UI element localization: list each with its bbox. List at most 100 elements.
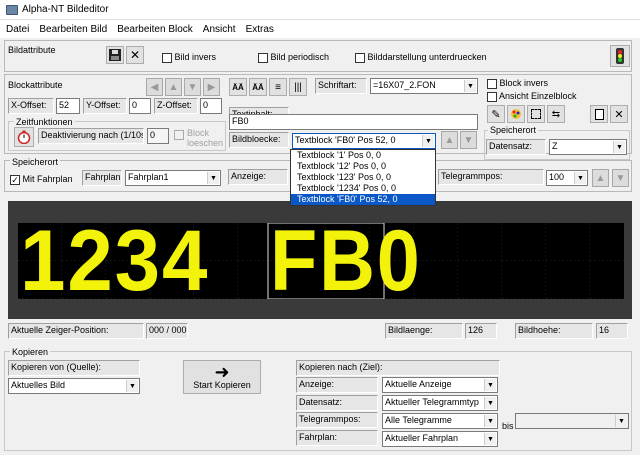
timer-button[interactable] (14, 127, 34, 147)
ziel-anzeige-select[interactable]: Aktuelle Anzeige ▼ (382, 377, 498, 393)
arrow-right-icon: ▶ (207, 81, 216, 93)
block-up-button[interactable]: ▲ (441, 131, 458, 149)
telegrammpos-value: 100 (549, 172, 565, 182)
start-kopieren-button[interactable]: ➜ Start Kopieren (183, 360, 261, 394)
bild-invers-checkbox[interactable]: Bild invers (162, 52, 216, 63)
dropdown-option-selected[interactable]: Textblock 'FB0' Pos 52, 0 (291, 194, 435, 205)
schriftart-label: Schriftart: (315, 78, 367, 94)
fahrplan-value: Fahrplan1 (128, 172, 169, 182)
arrow-down-icon: ▼ (187, 81, 198, 93)
align-vertical-button[interactable]: ||| (289, 78, 307, 96)
bildbloecke-label: Bildbloecke: (229, 132, 289, 148)
led-matrix[interactable]: 1234 FB0 (18, 213, 624, 309)
datensatz-select[interactable]: Z ▼ (549, 139, 627, 155)
menu-datei[interactable]: Datei (6, 24, 29, 35)
ziel-fahrplan-label: Fahrplan: (296, 430, 378, 446)
title-bar: Alpha-NT Bildeditor (0, 0, 640, 20)
quelle-value: Aktuelles Bild (11, 380, 66, 390)
align-center-button[interactable]: ÄÄ (249, 78, 267, 96)
arrow-down-icon: ▼ (615, 172, 626, 184)
ziel-telegrammpos-select[interactable]: Alle Telegramme ▼ (382, 413, 498, 429)
bilddarstellung-checkbox[interactable]: Bilddarstellung unterdruecken (355, 52, 487, 63)
deaktivierung-input[interactable]: 0 (147, 128, 169, 144)
block-loeschen-checkbox[interactable] (174, 130, 184, 140)
bildhoehe-value: 16 (596, 323, 628, 339)
led-text-1234: 1234 (20, 213, 210, 309)
dropdown-option[interactable]: Textblock '1' Pos 0, 0 (291, 150, 435, 161)
bildbloecke-value: Textblock 'FB0' Pos 52, 0 (295, 135, 396, 145)
save-button[interactable] (106, 46, 124, 64)
bildbloecke-select[interactable]: Textblock 'FB0' Pos 52, 0 ▼ (292, 133, 436, 149)
chevron-down-icon: ▼ (464, 80, 476, 92)
textinhalt-input[interactable]: FB0 (229, 114, 478, 130)
mit-fahrplan-checkbox[interactable]: ✓ Mit Fahrplan (10, 174, 73, 185)
block-down-button[interactable]: ▼ (460, 131, 477, 149)
paint-tool-button[interactable] (507, 105, 525, 123)
bild-invers-label: Bild invers (174, 52, 217, 62)
bis-select[interactable]: ▼ (515, 413, 629, 429)
ziel-fahrplan-value: Aktueller Fahrplan (385, 433, 459, 443)
select-tool-button[interactable] (527, 105, 545, 123)
move-down-button[interactable]: ▼ (184, 78, 201, 96)
datensatz-label: Datensatz: (486, 139, 546, 155)
arrow-right-icon: ➜ (214, 362, 230, 382)
dropdown-option[interactable]: Textblock '1234' Pos 0, 0 (291, 183, 435, 194)
schriftart-select[interactable]: =16X07_2.FON ▼ (370, 78, 478, 94)
bild-periodisch-checkbox[interactable]: Bild periodisch (258, 52, 329, 63)
dropdown-option[interactable]: Textblock '12' Pos 0, 0 (291, 161, 435, 172)
chevron-down-icon: ▼ (422, 135, 434, 147)
align-left-icon: ÄÄ (232, 82, 244, 92)
led-display[interactable]: 1234 FB0 (8, 201, 632, 319)
delete-block-button[interactable]: ✕ (610, 105, 628, 123)
fahrplan-select[interactable]: Fahrplan1 ▼ (125, 170, 221, 186)
telegram-up-button[interactable]: ▲ (592, 169, 609, 187)
traffic-light-icon (616, 48, 624, 64)
ziel-anzeige-value: Aktuelle Anzeige (385, 379, 452, 389)
dropdown-option[interactable]: Textblock '123' Pos 0, 0 (291, 172, 435, 183)
led-text-fb0: FB0 (270, 213, 422, 309)
ziel-telegrammpos-value: Alle Telegramme (385, 415, 452, 425)
ziel-datensatz-label: Datensatz: (296, 395, 378, 411)
bild-periodisch-label: Bild periodisch (270, 52, 330, 62)
y-offset-input[interactable]: 0 (129, 98, 151, 114)
new-block-button[interactable] (590, 105, 608, 123)
menu-bearbeiten-bild[interactable]: Bearbeiten Bild (39, 24, 107, 35)
move-up-button[interactable]: ▲ (165, 78, 182, 96)
pen-tool-button[interactable]: ✎ (487, 105, 505, 123)
bildbloecke-dropdown[interactable]: Textblock '1' Pos 0, 0 Textblock '12' Po… (290, 149, 436, 206)
menu-bearbeiten-block[interactable]: Bearbeiten Block (117, 24, 193, 35)
quelle-select[interactable]: Aktuelles Bild ▼ (8, 378, 140, 394)
ziel-datensatz-select[interactable]: Aktueller Telegrammtyp ▼ (382, 395, 498, 411)
traffic-light-button[interactable] (610, 45, 630, 67)
menu-ansicht[interactable]: Ansicht (203, 24, 236, 35)
lines-icon: ≡ (275, 81, 281, 93)
align-center-icon: ÄÄ (252, 82, 264, 92)
arrow-up-icon: ▲ (444, 134, 455, 146)
ansicht-einzelblock-checkbox[interactable]: Ansicht Einzelblock (487, 91, 577, 102)
stopwatch-icon (17, 130, 31, 144)
block-invers-checkbox[interactable]: Block invers (487, 78, 548, 89)
transfer-tool-button[interactable]: ⇆ (547, 105, 565, 123)
x-offset-input[interactable]: 52 (56, 98, 80, 114)
bildlaenge-label: Bildlaenge: (385, 323, 463, 339)
speicherort-label: Speicherort (10, 157, 61, 167)
select-icon (531, 109, 541, 119)
arrow-up-icon: ▲ (168, 81, 179, 93)
ansicht-einzelblock-label: Ansicht Einzelblock (499, 91, 577, 101)
align-left-button[interactable]: ÄÄ (229, 78, 247, 96)
z-offset-input[interactable]: 0 (200, 98, 222, 114)
floppy-icon (109, 49, 121, 61)
align-justify-button[interactable]: ≡ (269, 78, 287, 96)
blockattribute-label: Blockattribute (8, 80, 63, 90)
fahrplan-label: Fahrplan: (82, 170, 122, 186)
move-right-button[interactable]: ▶ (203, 78, 220, 96)
chevron-down-icon: ▼ (574, 172, 586, 184)
telegram-down-button[interactable]: ▼ (612, 169, 629, 187)
menu-extras[interactable]: Extras (246, 24, 274, 35)
delete-image-button[interactable]: ✕ (126, 46, 144, 64)
transfer-icon: ⇆ (551, 108, 561, 120)
telegrammpos-select[interactable]: 100 ▼ (546, 170, 588, 186)
move-left-button[interactable]: ◀ (146, 78, 163, 96)
ziel-fahrplan-select[interactable]: Aktueller Fahrplan ▼ (382, 431, 498, 447)
chevron-down-icon: ▼ (613, 141, 625, 153)
